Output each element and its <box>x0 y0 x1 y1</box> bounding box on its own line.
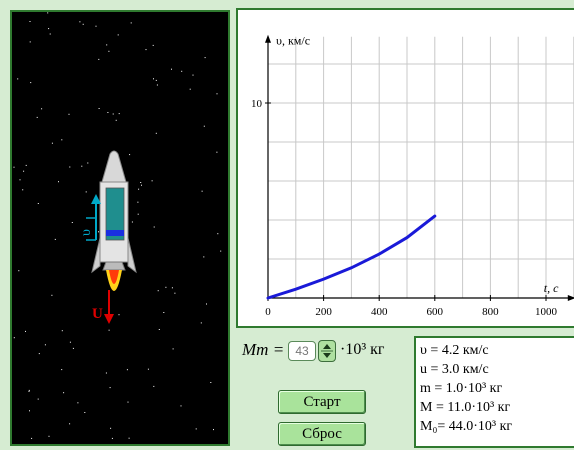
rocket-fin-left <box>91 237 101 274</box>
start-button[interactable]: Старт <box>278 390 366 414</box>
velocity-symbol: υ <box>79 229 94 236</box>
space-view: υ U <box>10 10 230 446</box>
rocket-fin-right <box>127 237 137 274</box>
y-axis-arrow <box>265 34 271 43</box>
parameters-readout: υ = 4.2 км/с u = 3.0 км/с m = 1.0·10³ кг… <box>414 336 574 448</box>
readout-rocket-mass: M = 11.0·10³ кг <box>420 400 511 415</box>
fuel-mass-stepper[interactable] <box>318 340 336 362</box>
reset-button[interactable]: Сброс <box>278 422 366 446</box>
fuel-mass-unit: ·10³ кг <box>340 341 385 358</box>
exhaust-arrowhead <box>104 314 114 324</box>
stepper-arrows-icon <box>321 344 333 358</box>
fuel-level <box>106 230 124 236</box>
x-tick-label: 200 <box>315 306 332 318</box>
fuel-mass-input[interactable]: 43 <box>288 341 316 361</box>
exhaust-symbol: U <box>92 306 103 322</box>
x-tick-label: 1000 <box>535 306 558 318</box>
readout-velocity: υ = 4.2 км/с <box>420 343 489 358</box>
x-tick-label: 800 <box>482 306 499 318</box>
x-axis-label: t, c <box>544 281 559 295</box>
x-tick-label: 600 <box>427 306 444 318</box>
y-axis-label: υ, км/с <box>276 34 310 48</box>
x-tick-label: 400 <box>371 306 388 318</box>
chart-canvas: 0 200 400 600 800 1000 10 υ, км/с t, c <box>251 34 574 318</box>
rocket-nozzle <box>102 261 126 271</box>
x-tick-label: 0 <box>265 306 271 318</box>
readout-fuel-mass: m = 1.0·10³ кг <box>420 381 503 396</box>
rocket: υ U <box>79 150 137 324</box>
rocket-nose <box>101 150 127 183</box>
y-tick-label: 10 <box>251 98 263 110</box>
readout-exhaust-speed: u = 3.0 км/с <box>420 362 489 377</box>
fuel-mass-control: Mт = 43 ·10³ кг <box>236 338 416 364</box>
readout-initial-mass: M₀= 44.0·10³ кг <box>420 419 513 434</box>
x-axis-arrow <box>567 295 574 301</box>
fuel-mass-label: Mт = <box>242 340 285 359</box>
velocity-chart: 0 200 400 600 800 1000 10 υ, км/с t, c <box>236 8 574 328</box>
